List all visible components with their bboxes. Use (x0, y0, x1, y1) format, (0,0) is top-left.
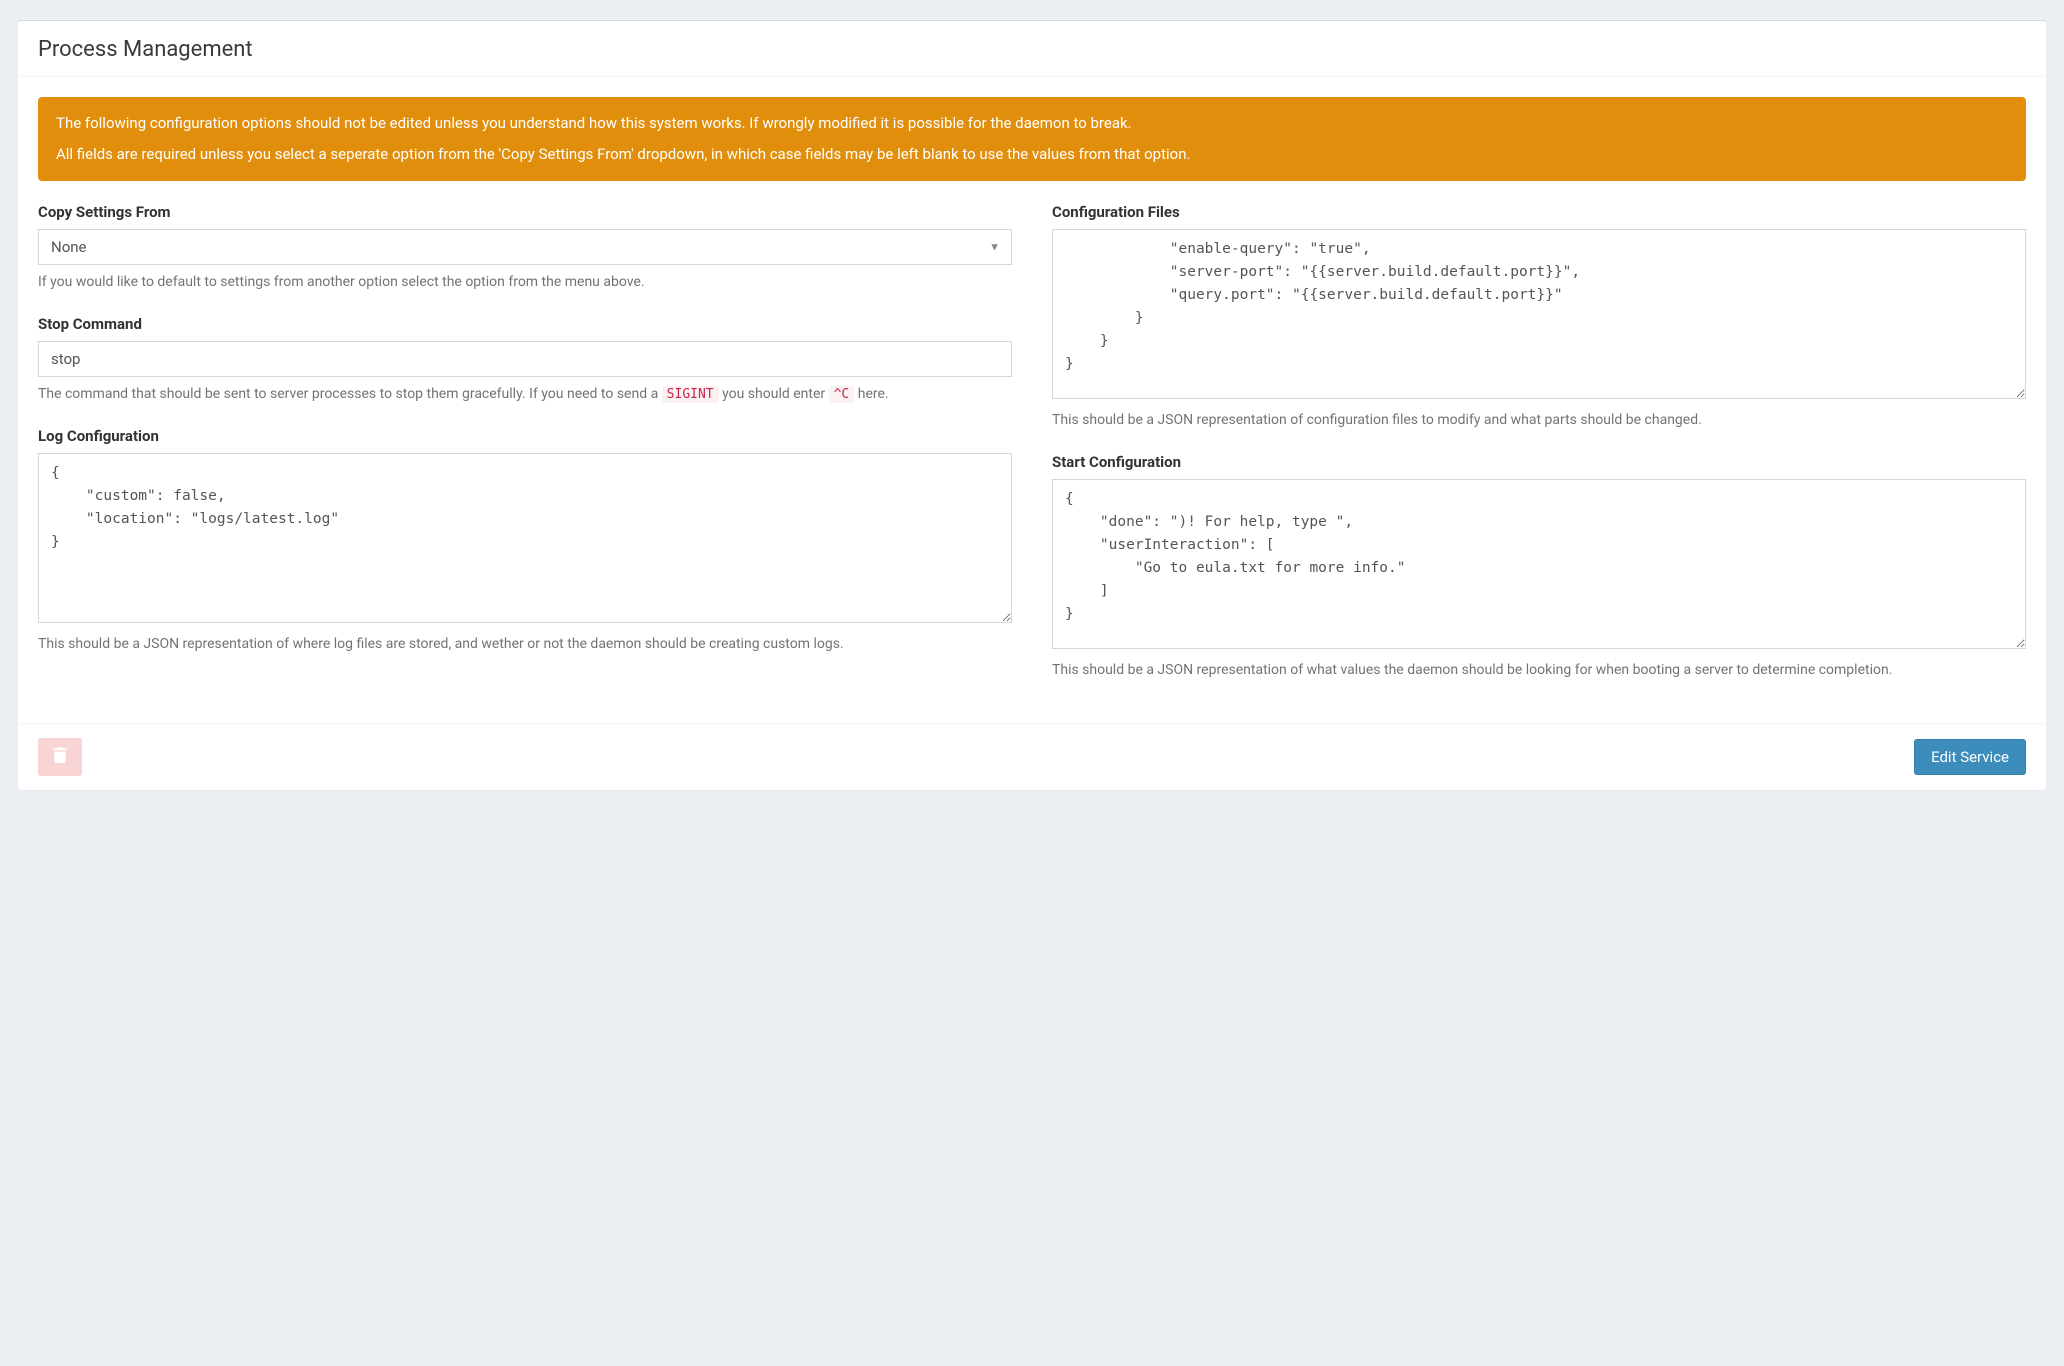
right-column: Configuration Files This should be a JSO… (1052, 203, 2026, 703)
delete-button[interactable] (38, 738, 82, 776)
start-config-textarea[interactable] (1052, 479, 2026, 649)
config-files-help: This should be a JSON representation of … (1052, 410, 2026, 431)
stop-command-help: The command that should be sent to serve… (38, 384, 1012, 405)
log-config-group: Log Configuration This should be a JSON … (38, 427, 1012, 655)
left-column: Copy Settings From None ▼ If you would l… (38, 203, 1012, 703)
start-config-label: Start Configuration (1052, 453, 2026, 471)
copy-settings-select-wrap: None ▼ (38, 229, 1012, 265)
config-files-label: Configuration Files (1052, 203, 2026, 221)
copy-settings-help: If you would like to default to settings… (38, 272, 1012, 293)
copy-settings-select[interactable]: None (38, 229, 1012, 265)
start-config-group: Start Configuration This should be a JSO… (1052, 453, 2026, 681)
alert-line-1: The following configuration options shou… (56, 111, 2008, 136)
sigint-code: SIGINT (662, 386, 719, 403)
log-config-help: This should be a JSON representation of … (38, 634, 1012, 655)
warning-alert: The following configuration options shou… (38, 97, 2026, 181)
process-management-panel: Process Management The following configu… (18, 20, 2046, 790)
config-files-textarea[interactable] (1052, 229, 2026, 399)
trash-icon (53, 747, 67, 767)
copy-settings-group: Copy Settings From None ▼ If you would l… (38, 203, 1012, 293)
stop-command-group: Stop Command The command that should be … (38, 315, 1012, 405)
config-files-group: Configuration Files This should be a JSO… (1052, 203, 2026, 431)
panel-body: The following configuration options shou… (18, 77, 2046, 723)
start-config-help: This should be a JSON representation of … (1052, 660, 2026, 681)
log-config-label: Log Configuration (38, 427, 1012, 445)
copy-settings-label: Copy Settings From (38, 203, 1012, 221)
stop-command-input[interactable] (38, 341, 1012, 377)
panel-footer: Edit Service (18, 723, 2046, 790)
stop-command-label: Stop Command (38, 315, 1012, 333)
log-config-textarea[interactable] (38, 453, 1012, 623)
panel-header: Process Management (18, 21, 2046, 77)
ctrlc-code: ^C (829, 386, 855, 403)
page-title: Process Management (38, 37, 2026, 62)
alert-line-2: All fields are required unless you selec… (56, 142, 2008, 167)
form-row: Copy Settings From None ▼ If you would l… (38, 203, 2026, 703)
edit-service-button[interactable]: Edit Service (1914, 739, 2026, 775)
